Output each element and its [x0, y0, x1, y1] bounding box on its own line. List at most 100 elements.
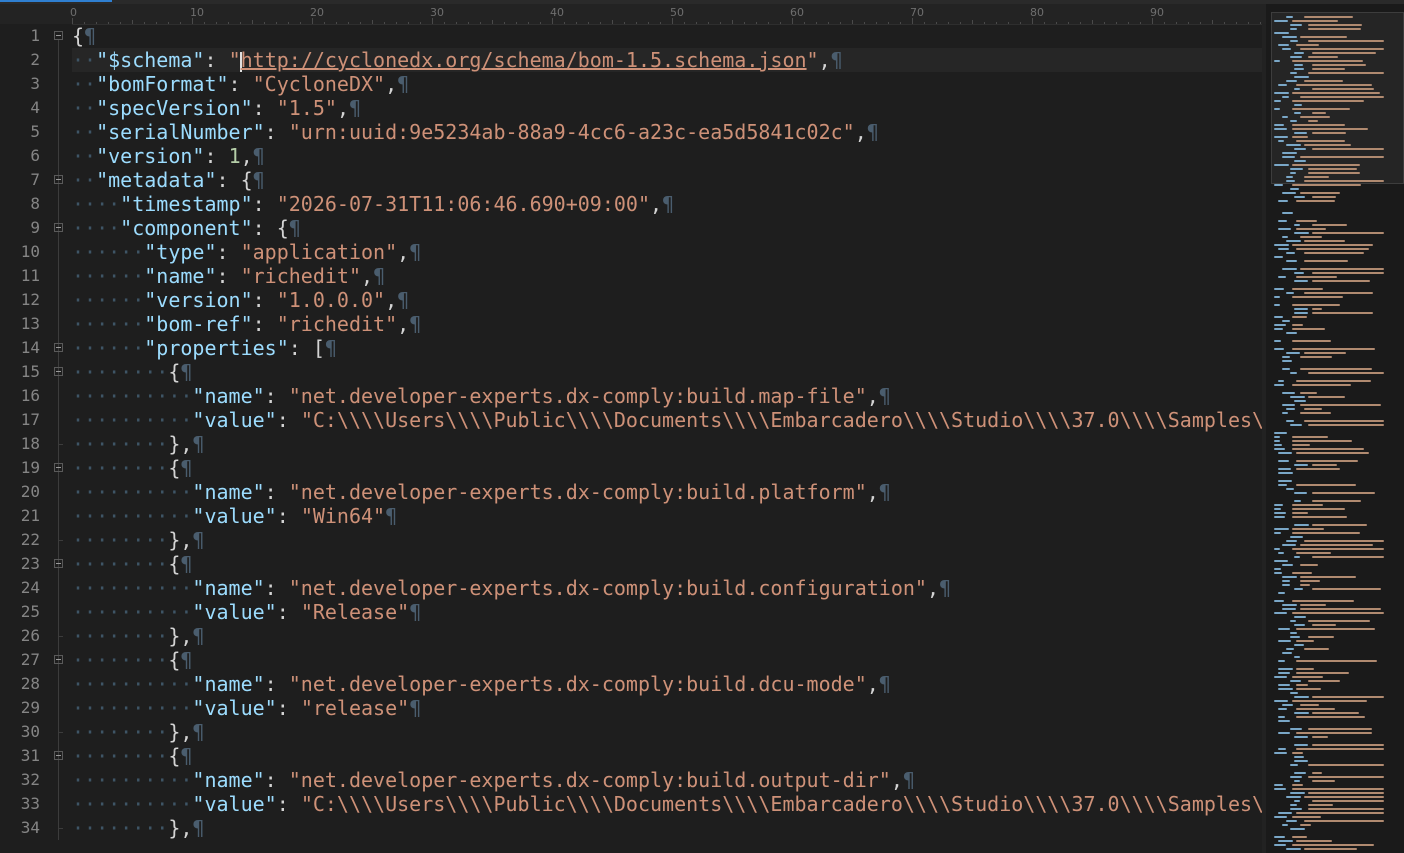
line-number: 8 [30, 194, 40, 213]
minimap-line [1274, 448, 1285, 450]
code-token: "net.developer-experts.dx-comply:build.o… [288, 768, 891, 792]
minimap-line [1290, 680, 1301, 682]
active-tab-indicator[interactable] [0, 0, 112, 2]
fold-toggle-icon[interactable] [54, 751, 63, 760]
pilcrow-marker: ¶ [252, 168, 265, 192]
minimap-line [1300, 608, 1381, 610]
url-link[interactable]: http://cyclonedx.org/schema/bom-1.5.sche… [241, 48, 807, 72]
pilcrow-marker: ¶ [878, 480, 891, 504]
pilcrow-marker: ¶ [180, 744, 193, 768]
line-number: 22 [20, 530, 40, 549]
minimap-line [1282, 48, 1291, 50]
code-token: : [252, 192, 277, 216]
minimap-line [1278, 660, 1285, 662]
minimap-line [1286, 332, 1297, 334]
code-token: "type" [144, 240, 217, 264]
line-number: 5 [30, 122, 40, 141]
line-number: 27 [20, 650, 40, 669]
indent-whitespace-markers: ·· [72, 72, 97, 96]
fold-toggle-icon[interactable] [54, 31, 63, 40]
minimap-line [1274, 136, 1288, 138]
minimap-line [1278, 276, 1286, 278]
minimap-line [1292, 92, 1380, 94]
minimap-line [1290, 40, 1298, 42]
code-token: "2026-07-31T11:06:46.690+09:00" [276, 192, 650, 216]
minimap-line [1278, 452, 1292, 454]
minimap-line [1294, 780, 1300, 782]
code-token: }, [168, 720, 193, 744]
code-editor[interactable]: {¶ ··"$schema": "http://cyclonedx.org/sch… [72, 24, 1262, 853]
minimap-line [1290, 792, 1305, 794]
pilcrow-marker: ¶ [373, 264, 386, 288]
code-token: "$schema" [96, 48, 205, 72]
code-token: "name" [192, 480, 265, 504]
minimap-line [1278, 140, 1284, 142]
minimap-line [1304, 260, 1348, 262]
minimap-line [1296, 84, 1372, 86]
minimap-line [1292, 348, 1375, 350]
minimap-line [1292, 508, 1345, 510]
minimap-line [1274, 92, 1289, 94]
code-token: : [276, 504, 301, 528]
minimap-line [1274, 348, 1284, 350]
minimap-line [1304, 16, 1353, 18]
minimap-line [1292, 784, 1303, 786]
minimap-line [1292, 612, 1384, 614]
fold-toggle-icon[interactable] [54, 367, 63, 376]
code-line: ··········"value": "C:\\\\Users\\\\Publi… [72, 408, 1262, 432]
minimap-line [1292, 444, 1310, 446]
fold-toggle-icon[interactable] [54, 655, 63, 664]
minimap-line [1292, 184, 1361, 186]
pilcrow-marker: ¶ [939, 576, 952, 600]
minimap-line [1286, 240, 1301, 242]
line-number: 9 [30, 218, 40, 237]
fold-guide-line [58, 40, 59, 840]
code-line: ··········"name": "net.developer-experts… [72, 576, 951, 600]
minimap-line [1278, 460, 1289, 462]
minimap-line [1294, 712, 1309, 714]
minimap-line [1274, 164, 1289, 166]
minimap-line [1282, 544, 1296, 546]
minimap-line [1312, 744, 1384, 746]
minimap-line [1286, 292, 1294, 294]
code-line: ········},¶ [72, 624, 204, 648]
minimap-line [1292, 440, 1352, 442]
minimap-line [1282, 564, 1293, 566]
minimap-line [1278, 688, 1293, 690]
minimap-line [1296, 812, 1384, 814]
minimap-line [1292, 100, 1364, 102]
fold-toggle-icon[interactable] [54, 175, 63, 184]
minimap-line [1274, 532, 1281, 534]
pilcrow-marker: ¶ [409, 696, 422, 720]
pilcrow-marker: ¶ [180, 456, 193, 480]
fold-toggle-icon[interactable] [54, 343, 63, 352]
minimap[interactable] [1266, 4, 1404, 853]
minimap-line [1282, 824, 1288, 826]
code-token: : [ [288, 336, 325, 360]
line-number: 10 [20, 242, 40, 261]
minimap-line [1290, 424, 1302, 426]
code-line: ······"name": "richedit",¶ [72, 264, 385, 288]
minimap-line [1308, 728, 1372, 730]
minimap-line [1294, 696, 1309, 698]
minimap-line [1308, 424, 1384, 426]
minimap-line [1296, 668, 1314, 670]
pilcrow-marker: ¶ [397, 72, 410, 96]
indent-whitespace-markers: ······ [72, 288, 145, 312]
minimap-line [1290, 24, 1302, 26]
indent-whitespace-markers: ···· [72, 216, 121, 240]
fold-toggle-icon[interactable] [54, 223, 63, 232]
fold-toggle-icon[interactable] [54, 463, 63, 472]
minimap-line [1292, 108, 1350, 110]
indent-whitespace-markers: ·········· [72, 384, 193, 408]
code-line: ······"bom-ref": "richedit",¶ [72, 312, 421, 336]
pilcrow-marker: ¶ [878, 672, 891, 696]
indent-whitespace-markers: ·········· [72, 408, 193, 432]
fold-toggle-icon[interactable] [54, 559, 63, 568]
fold-end-marker [58, 636, 63, 637]
minimap-line [1278, 248, 1289, 250]
minimap-line [1300, 824, 1311, 826]
minimap-line [1296, 140, 1345, 142]
line-number: 14 [20, 338, 40, 357]
code-token: : { [252, 216, 289, 240]
